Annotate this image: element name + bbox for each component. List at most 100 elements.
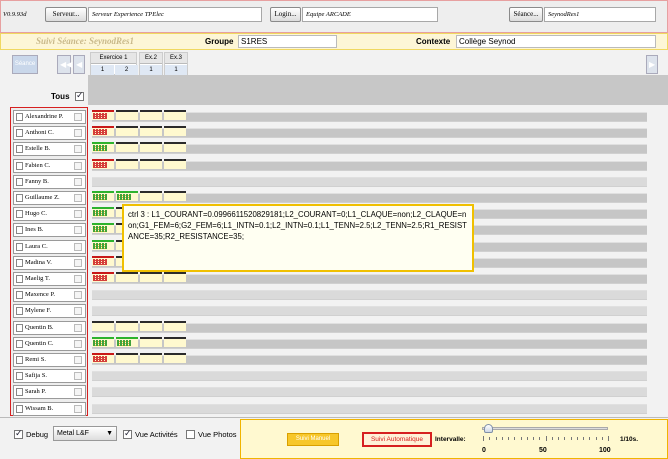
debug-checkbox[interactable] (14, 428, 23, 439)
student-item[interactable]: Anthoni C. (13, 126, 86, 141)
activity-cell[interactable] (116, 336, 138, 347)
activity-cell[interactable] (140, 320, 162, 331)
student-arrow-icon[interactable] (74, 177, 82, 186)
exercise-number[interactable]: 2 (115, 65, 138, 75)
activity-cell[interactable] (164, 353, 186, 363)
student-item[interactable]: Hugo C. (13, 207, 86, 222)
student-arrow-icon[interactable] (74, 210, 82, 219)
look-and-feel-select[interactable]: Metal L&F ▼ (53, 426, 117, 441)
exercise-number[interactable]: 1 (140, 65, 162, 75)
contexte-field[interactable]: Collège Seynod (456, 35, 656, 48)
activity-cell[interactable] (92, 223, 114, 234)
student-item[interactable]: Maelig T. (13, 272, 86, 286)
student-arrow-icon[interactable] (74, 404, 82, 413)
student-arrow-icon[interactable] (74, 194, 82, 202)
groupe-field[interactable]: S1RES (238, 35, 337, 48)
student-item[interactable]: Wissam B. (13, 401, 86, 416)
activity-cell[interactable] (92, 336, 114, 347)
seance-field[interactable]: SeynodRes1 (544, 7, 656, 22)
student-item[interactable]: Sarah P. (13, 385, 86, 400)
interval-slider-thumb[interactable] (484, 424, 494, 433)
activity-cell[interactable] (164, 191, 186, 201)
activity-cell[interactable] (92, 126, 114, 137)
activity-cell[interactable] (140, 158, 162, 169)
student-item[interactable]: Fabien C. (13, 158, 86, 173)
student-arrow-icon[interactable] (74, 161, 82, 170)
activity-cell[interactable] (116, 272, 138, 282)
seance-button[interactable]: Séance... (509, 7, 543, 22)
prev-page-button[interactable]: ◀ (73, 55, 85, 74)
student-item[interactable]: Laura C. (13, 239, 86, 254)
student-item[interactable]: Fanny B. (13, 174, 86, 189)
activity-cell[interactable] (164, 320, 186, 331)
student-arrow-icon[interactable] (74, 291, 82, 300)
student-item[interactable]: Alexandrine P. (13, 110, 86, 124)
student-item[interactable]: Madina V. (13, 255, 86, 270)
exercise-number[interactable]: 1 (165, 65, 187, 75)
student-item[interactable]: Mylene F. (13, 304, 86, 319)
student-item[interactable]: Guillaume Z. (13, 191, 86, 205)
student-item[interactable]: Ines B. (13, 223, 86, 238)
activity-cell[interactable] (116, 353, 138, 363)
student-item[interactable]: Quentin C. (13, 336, 86, 351)
interval-slider-track[interactable] (482, 427, 608, 430)
student-arrow-icon[interactable] (74, 307, 82, 316)
activity-cell[interactable] (92, 158, 114, 169)
seance-nav-button[interactable]: Séance (12, 55, 38, 74)
activity-cell[interactable] (140, 336, 162, 347)
student-arrow-icon[interactable] (74, 356, 82, 364)
student-arrow-icon[interactable] (74, 275, 82, 283)
student-item[interactable]: Maxence P. (13, 288, 86, 303)
server-button[interactable]: Serveur... (45, 7, 87, 22)
exercise-number[interactable]: 1 (91, 65, 114, 75)
login-button[interactable]: Login... (270, 7, 301, 22)
activity-cell[interactable] (164, 126, 186, 137)
vue-photos-checkbox[interactable] (186, 430, 195, 439)
activity-cell[interactable] (92, 110, 114, 120)
server-field[interactable]: Serveur Experience TPElec (88, 7, 262, 22)
activity-cell[interactable] (92, 191, 114, 201)
activity-cell[interactable] (164, 336, 186, 347)
student-arrow-icon[interactable] (74, 388, 82, 397)
student-arrow-icon[interactable] (74, 372, 82, 381)
activity-cell[interactable] (116, 191, 138, 201)
activity-cell[interactable] (92, 207, 114, 218)
suivi-automatique-button[interactable]: Suivi Automatique (362, 432, 432, 447)
activity-cell[interactable] (116, 320, 138, 331)
vue-activites-checkbox[interactable] (123, 428, 132, 439)
activity-cell[interactable] (164, 110, 186, 120)
activity-cell[interactable] (140, 353, 162, 363)
activity-cell[interactable] (116, 142, 138, 153)
activity-cell[interactable] (92, 272, 114, 282)
student-item[interactable]: Safija S. (13, 369, 86, 384)
first-page-button[interactable]: ◀◀ (57, 55, 72, 74)
activity-cell[interactable] (116, 158, 138, 169)
activity-cell[interactable] (92, 239, 114, 250)
student-arrow-icon[interactable] (74, 339, 82, 348)
student-arrow-icon[interactable] (74, 323, 82, 332)
activity-cell[interactable] (116, 110, 138, 120)
student-item[interactable]: Remi S. (13, 353, 86, 367)
activity-cell[interactable] (140, 142, 162, 153)
exercise-header-2[interactable]: Ex.2 1 (139, 52, 163, 75)
student-item[interactable]: Estelle B. (13, 142, 86, 157)
activity-cell[interactable] (116, 126, 138, 137)
activity-cell[interactable] (92, 353, 114, 363)
activity-cell[interactable] (92, 320, 114, 331)
suivi-manuel-button[interactable]: Suivi Manuel (287, 433, 339, 446)
student-arrow-icon[interactable] (74, 258, 82, 267)
login-field[interactable]: Equipe ARCADE (302, 7, 438, 22)
activity-cell[interactable] (164, 142, 186, 153)
activity-cell[interactable] (140, 110, 162, 120)
exercise-header-3[interactable]: Ex.3 1 (164, 52, 188, 75)
next-page-button[interactable]: ▶ (646, 55, 658, 74)
activity-cell[interactable] (140, 191, 162, 201)
student-arrow-icon[interactable] (74, 113, 82, 121)
activity-cell[interactable] (92, 255, 114, 266)
tous-checkbox[interactable] (75, 90, 84, 101)
activity-cell[interactable] (140, 126, 162, 137)
exercise-header-1[interactable]: Exercice 1 1 2 (90, 52, 138, 75)
student-arrow-icon[interactable] (74, 145, 82, 154)
activity-cell[interactable] (92, 142, 114, 153)
activity-cell[interactable] (164, 158, 186, 169)
